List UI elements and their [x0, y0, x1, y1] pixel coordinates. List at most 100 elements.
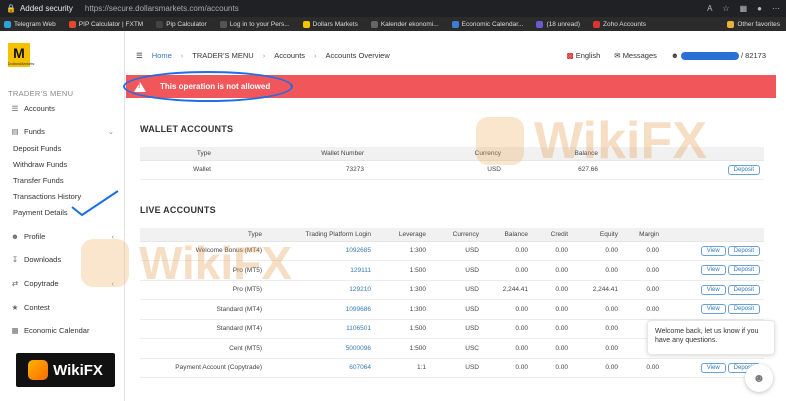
cell-credit: 0.00: [532, 280, 572, 300]
cell-leverage: 1:300: [375, 241, 430, 261]
cell-login[interactable]: 607064: [266, 358, 375, 378]
bookmark-other-favorites[interactable]: Other favorites: [727, 20, 780, 28]
messages-link[interactable]: ✉ Messages: [614, 51, 657, 60]
bookmark-telegram[interactable]: Telegram Web: [4, 20, 56, 28]
cell-leverage: 1:500: [375, 260, 430, 281]
user-menu[interactable]: ☻ / 82173: [670, 51, 766, 61]
cell-credit: 0.00: [532, 338, 572, 359]
bookmark-economic-calendar[interactable]: Economic Calendar...: [451, 20, 523, 28]
wikifx-logo-icon: [28, 360, 49, 380]
sidebar-item-deposit-funds[interactable]: Deposit Funds: [13, 144, 61, 153]
cell-balance: 0.00: [483, 299, 532, 320]
more-icon[interactable]: ⋯: [772, 4, 780, 13]
sidebar-item-contest[interactable]: ★ Contest: [10, 303, 120, 312]
envelope-icon: ✉: [614, 51, 621, 60]
address-bar[interactable]: https://secure.dollarsmarkets.com/accoun…: [85, 4, 239, 13]
sidebar-item-accounts[interactable]: ☰ Accounts: [10, 104, 120, 113]
cell-currency: USD: [368, 160, 505, 180]
wikifx-badge: WikiFX: [16, 353, 115, 387]
support-agent-icon: ☻: [752, 371, 766, 385]
table-row: Payment Account (Copytrade) 607064 1:1 USD 0…: [140, 358, 764, 378]
cell-type: Welcome Bonus (MT4): [140, 241, 266, 261]
menu-icon: ☰: [11, 104, 19, 113]
sidebar-item-downloads[interactable]: ↧ Downloads: [10, 255, 120, 264]
cell-actions: ViewDeposit: [663, 260, 764, 281]
cell-type: Pro (MT5): [140, 280, 266, 300]
user-icon: ☻: [670, 51, 679, 60]
view-button[interactable]: View: [700, 304, 726, 315]
view-button[interactable]: View: [700, 265, 726, 276]
view-button[interactable]: View: [700, 362, 726, 373]
col-type: Type: [140, 228, 266, 242]
cell-leverage: 1:300: [375, 299, 430, 320]
chat-popup[interactable]: Welcome back, let us know if you have an…: [647, 320, 775, 355]
deposit-button[interactable]: Deposit: [727, 284, 760, 295]
read-aloud-icon[interactable]: A: [707, 4, 712, 13]
chevron-right-icon: ›: [314, 51, 317, 60]
cell-type: Wallet: [140, 160, 215, 180]
deposit-button[interactable]: Deposit: [727, 245, 760, 256]
col-actions: [602, 147, 764, 161]
collections-icon[interactable]: ▦: [740, 4, 748, 13]
language-selector[interactable]: ▩ English: [567, 51, 601, 60]
view-button[interactable]: View: [700, 245, 726, 256]
sidebar-item-payment-details[interactable]: Payment Details: [13, 208, 68, 217]
cell-login[interactable]: 1099686: [266, 299, 375, 320]
user-icon: ☻: [11, 232, 19, 241]
lock-icon: 🔒: [6, 4, 16, 13]
chevron-left-icon: ‹: [111, 232, 115, 241]
wallet-deposit-button[interactable]: Deposit: [727, 164, 760, 175]
cell-login[interactable]: 1106501: [266, 319, 375, 339]
breadcrumb-home[interactable]: Home: [152, 51, 172, 60]
cell-login[interactable]: 129210: [266, 280, 375, 300]
cell-currency: USD: [430, 358, 483, 378]
col-balance: Balance: [505, 147, 602, 161]
live-accounts-table: Type Trading Platform Login Leverage Cur…: [140, 228, 764, 378]
deposit-button[interactable]: Deposit: [727, 265, 760, 276]
bookmark-unread[interactable]: (18 unread): [536, 20, 580, 28]
uk-flag-icon: ▩: [566, 51, 574, 60]
chevron-right-icon: ›: [180, 51, 184, 60]
bookmark-dollars-markets[interactable]: Dollars Markets: [302, 20, 358, 28]
cell-equity: 0.00: [572, 241, 622, 261]
view-button[interactable]: View: [700, 284, 726, 295]
cell-leverage: 1:300: [375, 280, 430, 300]
cell-balance: 0.00: [483, 338, 532, 359]
cell-login[interactable]: 129111: [266, 260, 375, 281]
chat-button[interactable]: ☻: [745, 364, 773, 392]
live-accounts-title: LIVE ACCOUNTS: [140, 205, 216, 215]
cell-balance: 0.00: [483, 358, 532, 378]
annotation-circle: [123, 71, 293, 102]
bookmark-zoho[interactable]: Zoho Accounts: [593, 20, 646, 28]
sidebar-item-copytrade[interactable]: ⇄ Copytrade ‹: [10, 279, 120, 288]
sidebar-item-transfer-funds[interactable]: Transfer Funds: [13, 176, 64, 185]
cell-currency: USD: [430, 299, 483, 320]
sidebar-item-economic-calendar[interactable]: ▦ Economic Calendar: [10, 326, 120, 335]
bookmark-pip-fxtm[interactable]: PIP Calculator | FXTM: [68, 20, 143, 28]
sidebar-item-profile[interactable]: ☻ Profile ‹: [10, 232, 120, 241]
table-row: Standard (MT4) 1099686 1:300 USD 0.00 0.00 0.0…: [140, 299, 764, 320]
cell-currency: USD: [430, 319, 483, 339]
bookmark-pip-calculator[interactable]: Pip Calculator: [156, 20, 207, 28]
cell-login[interactable]: 1092685: [266, 241, 375, 261]
chevron-right-icon: ›: [262, 51, 266, 60]
favorite-star-icon[interactable]: ☆: [722, 4, 729, 13]
cell-leverage: 1:500: [375, 319, 430, 339]
profile-icon[interactable]: ●: [757, 4, 762, 13]
cell-balance: 2,244.41: [483, 280, 532, 300]
bookmark-kalender[interactable]: Kalender ekonomi...: [370, 20, 439, 28]
sidebar-item-funds[interactable]: ▤ Funds ⌄: [10, 127, 120, 136]
hamburger-icon[interactable]: ☰: [136, 51, 143, 60]
cell-credit: 0.00: [532, 319, 572, 339]
security-indicator[interactable]: Added security: [20, 4, 73, 13]
cell-equity: 0.00: [572, 260, 622, 281]
bookmark-login[interactable]: Log in to your Pers...: [219, 20, 290, 28]
cell-login[interactable]: 5000096: [266, 338, 375, 359]
cell-leverage: 1:1: [375, 358, 430, 378]
sidebar-item-withdraw-funds[interactable]: Withdraw Funds: [13, 160, 67, 169]
deposit-button[interactable]: Deposit: [727, 304, 760, 315]
cell-equity: 0.00: [572, 299, 622, 320]
breadcrumb-traders-menu[interactable]: TRADER'S MENU: [192, 51, 253, 60]
breadcrumb-accounts[interactable]: Accounts: [274, 51, 305, 60]
brand-logo[interactable]: M DollarsMarkets: [8, 43, 34, 67]
